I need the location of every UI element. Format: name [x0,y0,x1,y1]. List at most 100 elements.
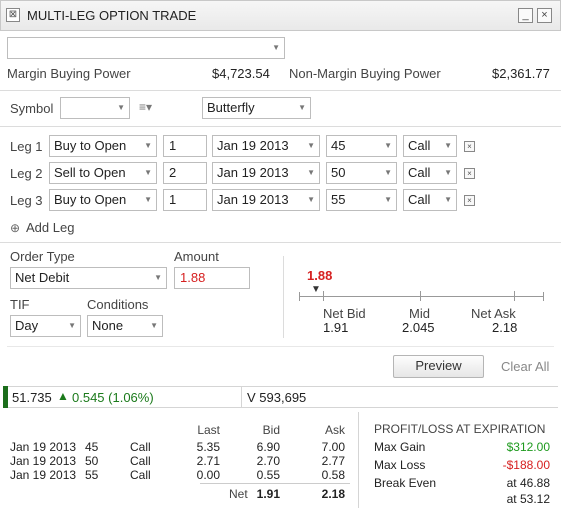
pnl-title: PROFIT/LOSS AT EXPIRATION [374,422,546,436]
leg-quantity-input[interactable]: 1 [163,189,207,211]
remove-leg-icon[interactable]: × [464,168,475,179]
leg-action-select[interactable]: Buy to Open ▼ [49,189,157,211]
chevron-down-icon: ▼ [68,321,76,330]
chevron-down-icon: ▼ [384,141,392,150]
net-bid-total: 1.91 [256,487,280,501]
symbol-label: Symbol [10,101,54,116]
symbol-input[interactable]: ▼ [60,97,130,119]
leg-action-select[interactable]: Sell to Open ▼ [49,162,157,184]
window-title: MULTI-LEG OPTION TRADE [27,8,197,23]
chevron-down-icon: ▼ [307,141,315,150]
table-row-type: Call [130,468,151,482]
tif-label: TIF [10,297,30,312]
vertical-divider [358,412,359,508]
leg-action-value: Buy to Open [54,192,127,207]
chevron-down-icon: ▼ [144,141,152,150]
price-scale-tick [420,291,421,301]
table-row-ask: 0.58 [321,468,345,482]
divider [0,126,561,127]
net-bid-label: Net Bid [323,306,366,321]
margin-buying-power-label: Margin Buying Power [7,66,131,81]
add-leg-link[interactable]: Add Leg [26,220,74,235]
table-row-last: 0.00 [196,468,220,482]
mid-value: 2.045 [402,320,435,335]
leg-type-value: Call [408,165,431,180]
leg-strike-select[interactable]: 50 ▼ [326,162,397,184]
quote-indicator [3,386,8,408]
leg-expiry-value: Jan 19 2013 [217,165,289,180]
break-even-value-2: at 53.12 [506,492,550,506]
leg-action-select[interactable]: Buy to Open ▼ [49,135,157,157]
col-header-ask: Ask [324,423,345,437]
chevron-down-icon: ▼ [117,103,125,112]
remove-leg-icon[interactable]: × [464,195,475,206]
conditions-select[interactable]: None ▼ [87,315,163,337]
price-scale-tick [299,292,300,301]
net-bid-value: 1.91 [323,320,349,335]
leg-type-select[interactable]: Call ▼ [403,189,457,211]
leg-label: Leg 2 [10,166,43,181]
amount-label: Amount [174,249,219,264]
table-row-ask: 2.77 [321,454,345,468]
arrow-up-icon: ▲ [57,389,69,403]
non-margin-buying-power-label: Non-Margin Buying Power [289,66,441,81]
table-row-bid: 6.90 [256,440,280,454]
leg-quantity-input[interactable]: 2 [163,162,207,184]
table-row-strike: 50 [85,454,99,468]
account-select[interactable]: ▼ [7,37,285,59]
leg-quantity-input[interactable]: 1 [163,135,207,157]
amount-input[interactable]: 1.88 [174,267,250,289]
leg-type-select[interactable]: Call ▼ [403,162,457,184]
order-type-label: Order Type [10,249,75,264]
table-row-last: 5.35 [196,440,220,454]
minimize-button[interactable]: _ [518,8,533,23]
option-trade-icon: ⊠ [6,8,20,22]
leg-action-value: Sell to Open [54,165,126,180]
remove-leg-icon[interactable]: × [464,141,475,152]
conditions-label: Conditions [87,297,149,312]
table-row-expiry: Jan 19 2013 [10,440,77,454]
chevron-down-icon: ▼ [144,195,152,204]
margin-buying-power-value: $4,723.54 [212,66,270,81]
break-even-label: Break Even [374,476,437,490]
net-ask-value: 2.18 [492,320,518,335]
non-margin-buying-power-value: $2,361.77 [492,66,550,81]
conditions-value: None [92,318,124,333]
chevron-down-icon: ▼ [150,321,158,330]
max-loss-label: Max Loss [374,458,426,472]
leg-strike-select[interactable]: 55 ▼ [326,189,397,211]
price-scale-tick [543,292,544,301]
chevron-down-icon: ▼ [444,195,452,204]
vertical-divider [241,386,242,408]
table-row-bid: 2.70 [256,454,280,468]
clear-all-link[interactable]: Clear All [501,359,549,374]
preview-button[interactable]: Preview [393,355,484,378]
leg-strike-value: 55 [331,192,346,207]
net-ask-total: 2.18 [321,487,345,501]
col-header-bid: Bid [262,423,280,437]
leg-type-value: Call [408,138,431,153]
close-button[interactable]: × [537,8,552,23]
leg-strike-select[interactable]: 45 ▼ [326,135,397,157]
tif-select[interactable]: Day ▼ [10,315,81,337]
leg-type-select[interactable]: Call ▼ [403,135,457,157]
leg-expiry-select[interactable]: Jan 19 2013 ▼ [212,162,320,184]
leg-label: Leg 1 [10,139,43,154]
vertical-divider [283,256,284,338]
price-marker-arrow-icon: ▼ [311,284,321,295]
plus-circle-icon[interactable]: ⊕ [10,221,20,235]
chevron-down-icon: ▼ [307,168,315,177]
leg-expiry-select[interactable]: Jan 19 2013 ▼ [212,189,320,211]
price-scale-tick [323,291,324,301]
table-row-strike: 45 [85,440,99,454]
list-menu-icon[interactable]: ≡▾ [139,100,152,114]
divider [0,242,561,243]
divider [200,483,350,484]
table-row-type: Call [130,454,151,468]
leg-expiry-select[interactable]: Jan 19 2013 ▼ [212,135,320,157]
order-type-select[interactable]: Net Debit ▼ [10,267,167,289]
tif-value: Day [15,318,39,333]
max-loss-value: -$188.00 [502,458,550,472]
strategy-select[interactable]: Butterfly ▼ [202,97,311,119]
price-marker-value: 1.88 [307,268,333,283]
